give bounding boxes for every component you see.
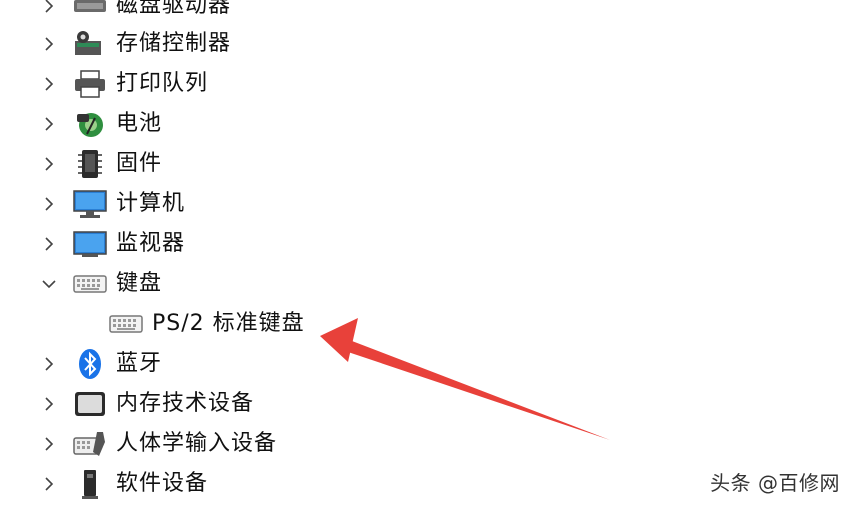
red-arrow-annotation bbox=[320, 318, 610, 440]
watermark: 头条 @百修网 bbox=[710, 471, 840, 495]
